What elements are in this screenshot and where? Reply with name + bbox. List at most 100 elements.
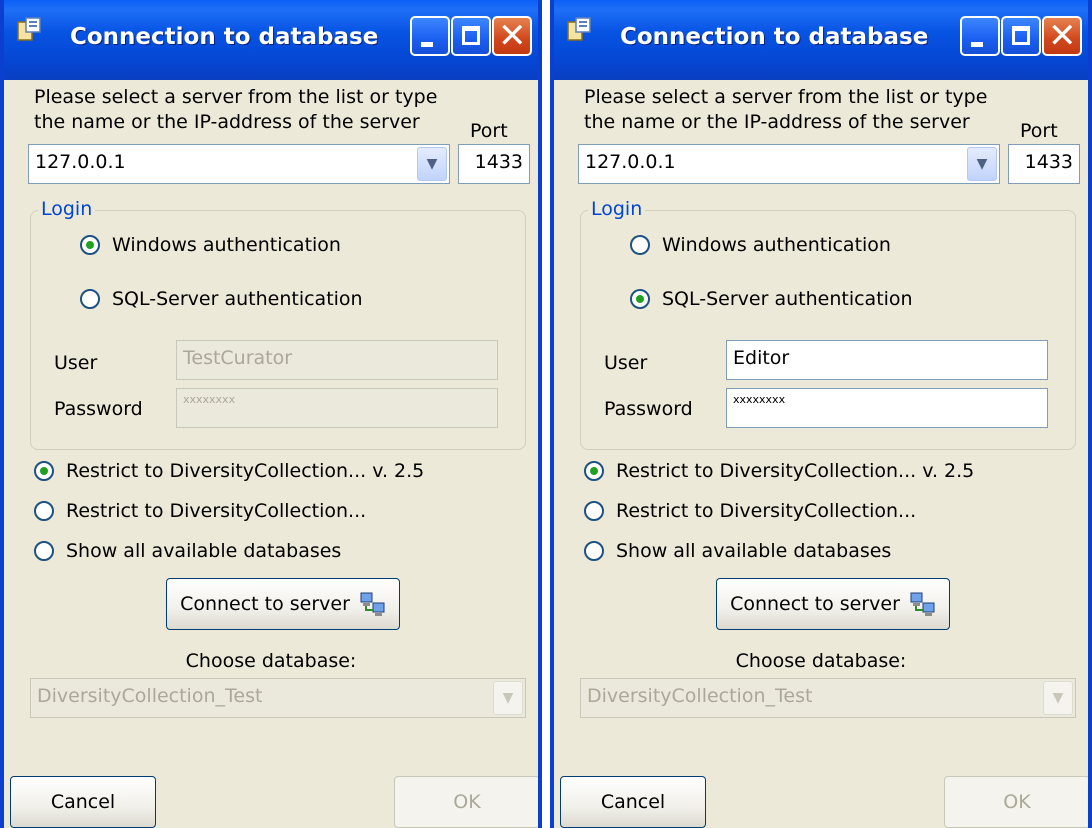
cancel-button[interactable]: Cancel — [10, 776, 156, 828]
port-label: Port — [470, 120, 508, 142]
server-prompt: Please select a server from the list or … — [34, 85, 437, 135]
restrict-label: Restrict to DiversityCollection... — [616, 500, 917, 522]
connection-dialog-window-1: Connection to database ✕ Please select a… — [0, 0, 542, 828]
maximize-icon — [1012, 26, 1030, 45]
window-title: Connection to database — [70, 24, 379, 50]
server-prompt: Please select a server from the list or … — [584, 85, 987, 135]
radio-button-icon[interactable] — [584, 461, 604, 481]
radio-button-icon[interactable] — [80, 289, 100, 309]
show-all-radio[interactable]: Show all available databases — [34, 540, 341, 562]
cancel-button[interactable]: Cancel — [560, 776, 706, 828]
user-label: User — [604, 352, 648, 374]
connect-button-label: Connect to server — [180, 593, 350, 615]
password-value: xxxxxxxx — [733, 393, 786, 406]
password-label: Password — [54, 398, 143, 420]
server-prompt-line-2: the name or the IP-address of the server — [34, 111, 420, 133]
windows-auth-radio[interactable]: Windows authentication — [630, 234, 891, 256]
close-icon: ✕ — [498, 16, 527, 56]
dialog-body: Please select a server from the list or … — [4, 80, 538, 828]
dialog-body: Please select a server from the list or … — [554, 80, 1088, 828]
chevron-down-icon: ▼ — [1043, 681, 1073, 715]
windows-auth-label: Windows authentication — [112, 234, 341, 256]
server-value: 127.0.0.1 — [35, 151, 126, 173]
sql-auth-radio[interactable]: SQL-Server authentication — [630, 288, 913, 310]
user-label: User — [54, 352, 98, 374]
database-value: DiversityCollection_Test — [37, 685, 263, 707]
radio-button-icon[interactable] — [34, 501, 54, 521]
port-label: Port — [1020, 120, 1058, 142]
radio-button-icon[interactable] — [584, 501, 604, 521]
database-value: DiversityCollection_Test — [587, 685, 813, 707]
connection-dialog-window-2: Connection to database ✕ Please select a… — [550, 0, 1092, 828]
sql-auth-radio[interactable]: SQL-Server authentication — [80, 288, 363, 310]
restrict-radio[interactable]: Restrict to DiversityCollection... — [584, 500, 916, 522]
maximize-button[interactable] — [1001, 16, 1041, 56]
minimize-button[interactable] — [960, 16, 1000, 56]
radio-button-icon[interactable] — [80, 235, 100, 255]
restrict-version-label: Restrict to DiversityCollection... v. 2.… — [616, 460, 975, 482]
restrict-version-radio[interactable]: Restrict to DiversityCollection... v. 2.… — [584, 460, 974, 482]
connect-to-server-button[interactable]: Connect to server — [716, 578, 950, 630]
radio-button-icon[interactable] — [34, 541, 54, 561]
windows-auth-label: Windows authentication — [662, 234, 891, 256]
chevron-down-icon: ▼ — [493, 681, 523, 715]
port-input[interactable]: 1433 — [458, 144, 530, 184]
port-value: 1433 — [474, 151, 523, 173]
windows-auth-radio[interactable]: Windows authentication — [80, 234, 341, 256]
password-field: xxxxxxxx — [176, 388, 498, 428]
server-prompt-line-2: the name or the IP-address of the server — [584, 111, 970, 133]
show-all-label: Show all available databases — [616, 540, 892, 562]
server-combobox[interactable]: 127.0.0.1 ▼ — [28, 144, 450, 184]
radio-button-icon[interactable] — [584, 541, 604, 561]
user-value: TestCurator — [183, 347, 293, 369]
close-button[interactable]: ✕ — [1042, 16, 1082, 56]
title-bar[interactable]: Connection to database ✕ — [4, 0, 538, 80]
server-prompt-line-1: Please select a server from the list or … — [34, 86, 438, 108]
login-legend: Login — [38, 198, 96, 220]
show-all-label: Show all available databases — [66, 540, 342, 562]
radio-button-icon[interactable] — [630, 289, 650, 309]
maximize-button[interactable] — [451, 16, 491, 56]
restrict-version-radio[interactable]: Restrict to DiversityCollection... v. 2.… — [34, 460, 424, 482]
database-combobox: DiversityCollection_Test ▼ — [580, 678, 1076, 718]
restrict-label: Restrict to DiversityCollection... — [66, 500, 367, 522]
minimize-button[interactable] — [410, 16, 450, 56]
app-icon — [17, 17, 41, 41]
title-bar[interactable]: Connection to database ✕ — [554, 0, 1088, 80]
choose-database-label: Choose database: — [735, 650, 907, 672]
server-value: 127.0.0.1 — [585, 151, 676, 173]
user-value: Editor — [733, 347, 790, 369]
window-title: Connection to database — [620, 24, 929, 50]
minimize-icon — [421, 42, 433, 47]
connect-button-label: Connect to server — [730, 593, 900, 615]
server-prompt-line-1: Please select a server from the list or … — [584, 86, 988, 108]
radio-button-icon[interactable] — [630, 235, 650, 255]
app-icon — [567, 17, 591, 41]
port-value: 1433 — [1024, 151, 1073, 173]
choose-database-label: Choose database: — [185, 650, 357, 672]
ok-button: OK — [944, 776, 1088, 828]
chevron-down-icon[interactable]: ▼ — [967, 147, 997, 181]
restrict-version-label: Restrict to DiversityCollection... v. 2.… — [66, 460, 425, 482]
connect-to-server-button[interactable]: Connect to server — [166, 578, 400, 630]
network-computers-icon — [910, 592, 935, 616]
show-all-radio[interactable]: Show all available databases — [584, 540, 891, 562]
minimize-icon — [971, 42, 983, 47]
port-input[interactable]: 1433 — [1008, 144, 1080, 184]
close-button[interactable]: ✕ — [492, 16, 532, 56]
sql-auth-label: SQL-Server authentication — [662, 288, 913, 310]
ok-button: OK — [394, 776, 538, 828]
password-value: xxxxxxxx — [183, 393, 236, 406]
restrict-radio[interactable]: Restrict to DiversityCollection... — [34, 500, 366, 522]
maximize-icon — [462, 26, 480, 45]
chevron-down-icon[interactable]: ▼ — [417, 147, 447, 181]
database-combobox: DiversityCollection_Test ▼ — [30, 678, 526, 718]
network-computers-icon — [360, 592, 385, 616]
server-combobox[interactable]: 127.0.0.1 ▼ — [578, 144, 1000, 184]
sql-auth-label: SQL-Server authentication — [112, 288, 363, 310]
user-field[interactable]: Editor — [726, 340, 1048, 380]
radio-button-icon[interactable] — [34, 461, 54, 481]
close-icon: ✕ — [1048, 16, 1077, 56]
password-field[interactable]: xxxxxxxx — [726, 388, 1048, 428]
login-legend: Login — [588, 198, 646, 220]
